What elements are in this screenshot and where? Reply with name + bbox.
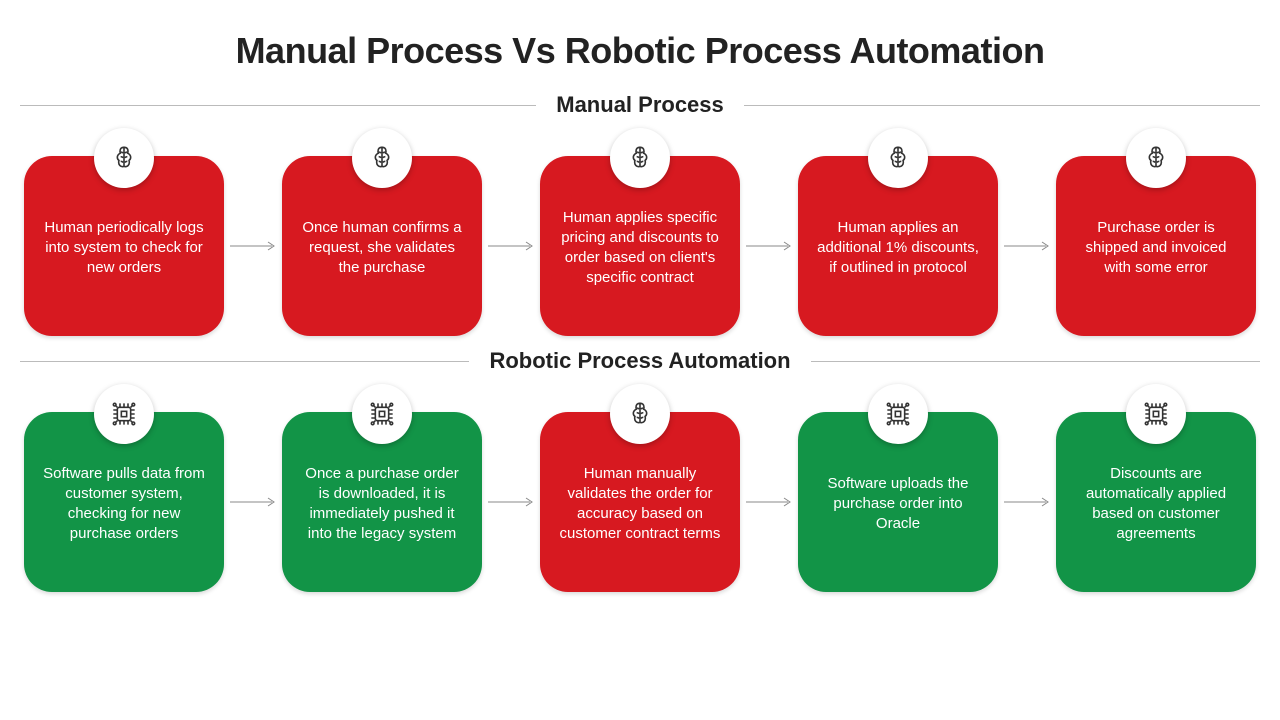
manual-process-row: Human periodically logs into system to c…: [20, 128, 1260, 336]
brain-icon: [610, 384, 670, 444]
flow-arrow-icon: [228, 245, 278, 247]
process-card-text: Software uploads the purchase order into…: [814, 474, 982, 535]
section-heading-manual: Manual Process: [556, 92, 724, 118]
process-step: Discounts are automatically applied base…: [1056, 384, 1256, 592]
process-step: Human periodically logs into system to c…: [24, 128, 224, 336]
chip-icon: [1126, 384, 1186, 444]
process-step: Human applies specific pricing and disco…: [540, 128, 740, 336]
flow-arrow-icon: [486, 501, 536, 503]
chip-icon: [868, 384, 928, 444]
section-heading-rpa: Robotic Process Automation: [489, 348, 790, 374]
process-card-text: Purchase order is shipped and invoiced w…: [1072, 218, 1240, 279]
process-step: Once a purchase order is downloaded, it …: [282, 384, 482, 592]
divider-line: [20, 105, 536, 106]
process-card-text: Once a purchase order is downloaded, it …: [298, 464, 466, 545]
flow-arrow-icon: [228, 501, 278, 503]
rpa-process-row: Software pulls data from customer system…: [20, 384, 1260, 592]
process-step: Software pulls data from customer system…: [24, 384, 224, 592]
brain-icon: [868, 128, 928, 188]
process-step: Human applies an additional 1% discounts…: [798, 128, 998, 336]
process-step: Purchase order is shipped and invoiced w…: [1056, 128, 1256, 336]
brain-icon: [1126, 128, 1186, 188]
process-card-text: Human applies specific pricing and disco…: [556, 208, 724, 289]
section-header-manual: Manual Process: [20, 92, 1260, 118]
chip-icon: [352, 384, 412, 444]
process-step: Once human confirms a request, she valid…: [282, 128, 482, 336]
flow-arrow-icon: [744, 245, 794, 247]
brain-icon: [94, 128, 154, 188]
process-card-text: Discounts are automatically applied base…: [1072, 464, 1240, 545]
flow-arrow-icon: [744, 501, 794, 503]
process-card-text: Human applies an additional 1% discounts…: [814, 218, 982, 279]
chip-icon: [94, 384, 154, 444]
section-header-rpa: Robotic Process Automation: [20, 348, 1260, 374]
process-step: Software uploads the purchase order into…: [798, 384, 998, 592]
divider-line: [744, 105, 1260, 106]
process-card-text: Human manually validates the order for a…: [556, 464, 724, 545]
brain-icon: [610, 128, 670, 188]
slide-title: Manual Process Vs Robotic Process Automa…: [20, 30, 1260, 72]
process-card-text: Human periodically logs into system to c…: [40, 218, 208, 279]
flow-arrow-icon: [1002, 501, 1052, 503]
divider-line: [20, 361, 469, 362]
flow-arrow-icon: [486, 245, 536, 247]
brain-icon: [352, 128, 412, 188]
process-step: Human manually validates the order for a…: [540, 384, 740, 592]
flow-arrow-icon: [1002, 245, 1052, 247]
process-card-text: Once human confirms a request, she valid…: [298, 218, 466, 279]
divider-line: [811, 361, 1260, 362]
process-card-text: Software pulls data from customer system…: [40, 464, 208, 545]
